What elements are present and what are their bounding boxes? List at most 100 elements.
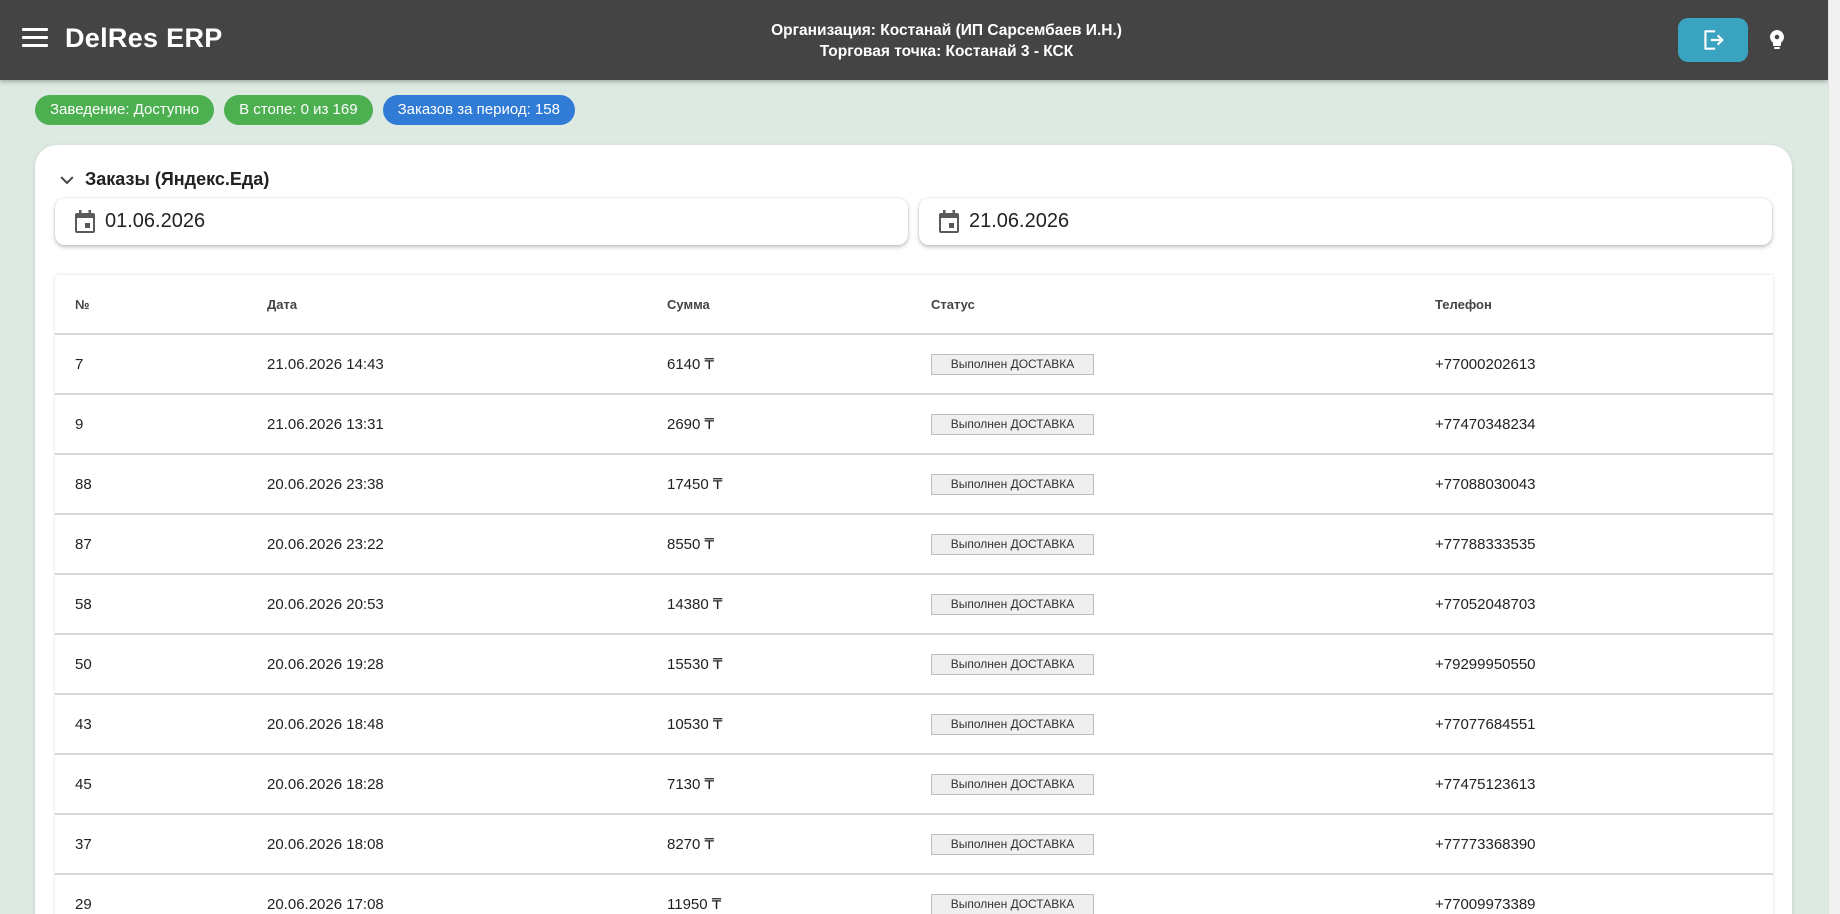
app-root: DelRes ERP Организация: Костанай (ИП Сар…	[0, 0, 1840, 914]
order-sum: 8270 ₸	[667, 836, 715, 853]
order-phone: +77052048703	[1435, 595, 1536, 613]
order-status-cell: Выполнен ДОСТАВКА	[931, 335, 1094, 393]
order-sum: 6140 ₸	[667, 356, 715, 373]
order-status-cell: Выполнен ДОСТАВКА	[931, 635, 1094, 693]
order-phone: +77077684551	[1435, 715, 1536, 733]
order-number: 37	[75, 835, 92, 853]
order-phone: +77788333535	[1435, 535, 1536, 553]
status-chips: Заведение: Доступно В стопе: 0 из 169 За…	[35, 95, 575, 125]
calendar-icon	[75, 209, 95, 233]
order-sum: 11950 ₸	[667, 896, 722, 913]
order-sum: 8550 ₸	[667, 536, 715, 553]
organization-info: Организация: Костанай (ИП Сарсембаев И.Н…	[0, 20, 1840, 62]
order-number: 45	[75, 775, 92, 793]
table-row[interactable]: 7 21.06.2026 14:43 6140 ₸ Выполнен ДОСТАВКА…	[55, 335, 1773, 395]
status-badge: Выполнен ДОСТАВКА	[931, 413, 1094, 435]
order-status-cell: Выполнен ДОСТАВКА	[931, 875, 1094, 914]
order-phone: +79299950550	[1435, 655, 1536, 673]
date-to-value: 21.06.2026	[969, 210, 1070, 232]
order-date: 20.06.2026 17:08	[267, 895, 384, 913]
status-badge: Выполнен ДОСТАВКА	[931, 533, 1094, 555]
table-row[interactable]: 37 20.06.2026 18:08 8270 ₸ Выполнен ДОСТАВК…	[55, 815, 1773, 875]
status-badge: Выполнен ДОСТАВКА	[931, 773, 1094, 795]
orders-count-chip: Заказов за период: 158	[382, 95, 575, 125]
status-badge: Выполнен ДОСТАВКА	[931, 713, 1094, 735]
order-date: 20.06.2026 20:53	[267, 595, 384, 613]
organization-label: Организация: Костанай (ИП Сарсембаев И.Н…	[771, 22, 1122, 39]
order-phone: +77470348234	[1435, 415, 1536, 433]
top-app-bar: DelRes ERP Организация: Костанай (ИП Сар…	[0, 0, 1828, 80]
calendar-icon	[939, 209, 959, 233]
chevron-down-icon	[60, 175, 74, 184]
table-row[interactable]: 45 20.06.2026 18:28 7130 ₸ Выполнен ДОСТАВК…	[55, 755, 1773, 815]
venue-status-chip: Заведение: Доступно	[35, 95, 215, 125]
order-date: 20.06.2026 18:28	[267, 775, 384, 793]
order-number: 43	[75, 715, 92, 733]
order-phone: +77475123613	[1435, 775, 1536, 793]
table-body: 7 21.06.2026 14:43 6140 ₸ Выполнен ДОСТАВКА…	[55, 335, 1773, 914]
order-status-cell: Выполнен ДОСТАВКА	[931, 695, 1094, 753]
order-sum: 14380 ₸	[667, 596, 723, 613]
column-header-date[interactable]: Дата	[267, 275, 297, 333]
stoplist-chip: В стопе: 0 из 169	[224, 95, 373, 125]
column-header-sum[interactable]: Сумма	[667, 275, 710, 333]
table-row[interactable]: 58 20.06.2026 20:53 14380 ₸ Выполнен ДОСТАВ…	[55, 575, 1773, 635]
order-status-cell: Выполнен ДОСТАВКА	[931, 455, 1094, 513]
order-number: 87	[75, 535, 92, 553]
column-header-status[interactable]: Статус	[931, 275, 975, 333]
order-sum: 7130 ₸	[667, 776, 715, 793]
status-badge: Выполнен ДОСТАВКА	[931, 653, 1094, 675]
order-phone: +77088030043	[1435, 475, 1536, 493]
order-number: 9	[75, 415, 84, 433]
order-status-cell: Выполнен ДОСТАВКА	[931, 515, 1094, 573]
order-date: 20.06.2026 19:28	[267, 655, 384, 673]
status-badge: Выполнен ДОСТАВКА	[931, 833, 1094, 855]
status-badge: Выполнен ДОСТАВКА	[931, 473, 1094, 495]
order-status-cell: Выполнен ДОСТАВКА	[931, 575, 1094, 633]
order-sum: 2690 ₸	[667, 416, 715, 433]
order-date: 20.06.2026 18:08	[267, 835, 384, 853]
order-status-cell: Выполнен ДОСТАВКА	[931, 395, 1094, 453]
order-date: 20.06.2026 18:48	[267, 715, 384, 733]
order-date: 21.06.2026 13:31	[267, 415, 384, 433]
status-badge: Выполнен ДОСТАВКА	[931, 593, 1094, 615]
status-badge: Выполнен ДОСТАВКА	[931, 893, 1094, 914]
order-number: 58	[75, 595, 92, 613]
theme-toggle-button[interactable]	[1764, 27, 1790, 53]
table-row[interactable]: 50 20.06.2026 19:28 15530 ₸ Выполнен ДОСТАВ…	[55, 635, 1773, 695]
column-header-num[interactable]: №	[75, 275, 90, 333]
table-row[interactable]: 87 20.06.2026 23:22 8550 ₸ Выполнен ДОСТАВК…	[55, 515, 1773, 575]
order-phone: +77773368390	[1435, 835, 1536, 853]
date-to-field[interactable]: 21.06.2026	[919, 198, 1772, 245]
status-badge: Выполнен ДОСТАВКА	[931, 353, 1094, 375]
order-status-cell: Выполнен ДОСТАВКА	[931, 755, 1094, 813]
orders-title: Заказы (Яндекс.Еда)	[85, 169, 270, 189]
order-phone: +77000202613	[1435, 355, 1536, 373]
orders-table: № Дата Сумма Статус Телефон 7 21.06.2026 …	[55, 275, 1773, 914]
lightbulb-icon	[1770, 30, 1784, 49]
logout-icon	[1704, 30, 1724, 50]
orders-card: Заказы (Яндекс.Еда) 01.06.2026 21.06.202…	[35, 145, 1792, 914]
order-number: 88	[75, 475, 92, 493]
order-date: 20.06.2026 23:38	[267, 475, 384, 493]
order-date: 20.06.2026 23:22	[267, 535, 384, 553]
table-header: № Дата Сумма Статус Телефон	[55, 275, 1773, 335]
column-header-phone[interactable]: Телефон	[1435, 275, 1492, 333]
table-row[interactable]: 9 21.06.2026 13:31 2690 ₸ Выполнен ДОСТАВКА…	[55, 395, 1773, 455]
logout-button[interactable]	[1678, 18, 1748, 62]
order-phone: +77009973389	[1435, 895, 1536, 913]
outlet-label: Торговая точка: Костанай 3 - КСК	[819, 43, 1074, 60]
order-number: 7	[75, 355, 84, 373]
table-row[interactable]: 88 20.06.2026 23:38 17450 ₸ Выполнен ДОСТАВ…	[55, 455, 1773, 515]
date-from-field[interactable]: 01.06.2026	[55, 198, 908, 245]
orders-collapse-toggle[interactable]: Заказы (Яндекс.Еда)	[57, 169, 269, 190]
order-sum: 10530 ₸	[667, 716, 723, 733]
order-status-cell: Выполнен ДОСТАВКА	[931, 815, 1094, 873]
table-row[interactable]: 29 20.06.2026 17:08 11950 ₸ Выполнен ДОСТАВ…	[55, 875, 1773, 914]
table-row[interactable]: 43 20.06.2026 18:48 10530 ₸ Выполнен ДОСТАВ…	[55, 695, 1773, 755]
order-sum: 17450 ₸	[667, 476, 723, 493]
order-number: 29	[75, 895, 92, 913]
page-scrollbar[interactable]	[1828, 0, 1840, 914]
order-number: 50	[75, 655, 92, 673]
date-from-value: 01.06.2026	[105, 210, 206, 232]
